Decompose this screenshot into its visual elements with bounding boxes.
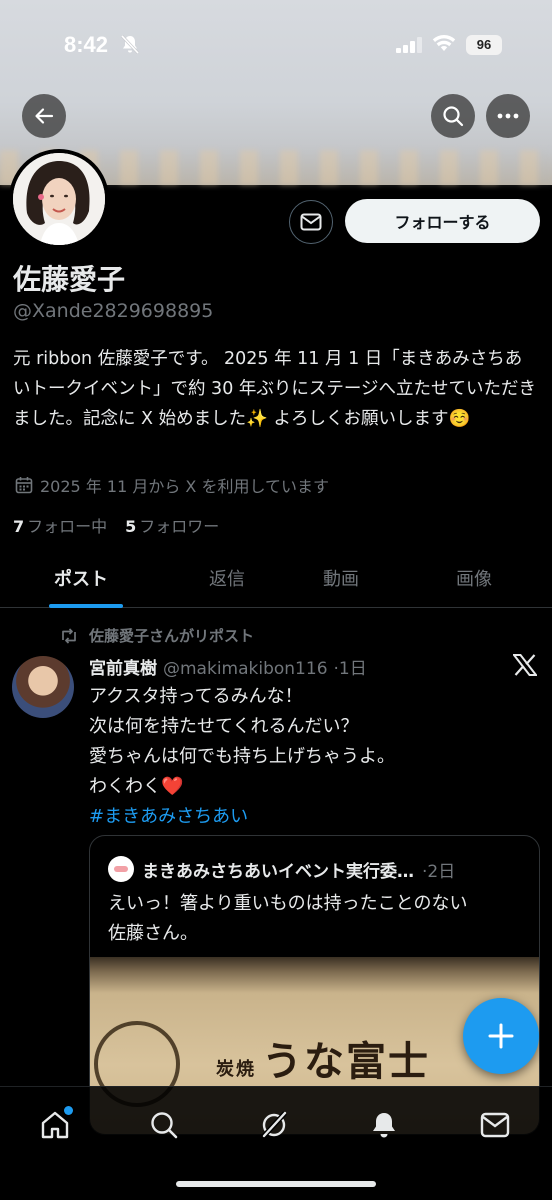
nav-search[interactable]	[144, 1105, 184, 1145]
repost-label: 佐藤愛子さんがリポスト	[89, 627, 255, 645]
post-time: ·1日	[333, 659, 367, 679]
status-bar: 8:42 96	[0, 0, 552, 90]
following-label: フォロー中	[27, 517, 108, 536]
post-text: アクスタ持ってるみんな！ 次は何を持たせてくれるんだい？ 愛ちゃんは何でも持ち上…	[89, 682, 395, 832]
more-icon	[497, 113, 519, 119]
status-time: 8:42	[64, 32, 109, 57]
profile-name: 佐藤愛子	[13, 263, 126, 296]
quote-text: えいっ！箸より重いものは持ったことのない 佐藤さん。	[108, 889, 467, 949]
post-author-avatar[interactable]	[12, 656, 74, 718]
quote-line: 佐藤さん。	[108, 923, 198, 944]
more-button[interactable]	[486, 94, 530, 138]
search-icon	[443, 106, 464, 127]
following-link[interactable]: 7 フォロー中	[13, 513, 107, 537]
follow-button[interactable]: フォローする	[345, 199, 540, 243]
wifi-icon	[432, 34, 456, 56]
post-line: 次は何を持たせてくれるんだい？	[89, 716, 359, 737]
following-count: 7	[13, 517, 25, 536]
quote-time: ·2日	[422, 861, 456, 882]
profile-bio: 元 ribbon 佐藤愛子です。 2025 年 11 月 1 日「まきあみさちあ…	[13, 349, 537, 429]
bell-icon	[373, 1113, 395, 1138]
post-hashtag[interactable]: #まきあみさちあい	[89, 802, 395, 832]
arrow-left-icon	[35, 108, 54, 124]
tab-media[interactable]: 画像	[456, 565, 492, 591]
tab-videos[interactable]: 動画	[323, 565, 359, 591]
repost-context[interactable]: 佐藤愛子さんがリポスト	[59, 625, 254, 646]
image-sign-small: 炭焼	[216, 1059, 256, 1080]
post-line: 愛ちゃんは何でも持ち上げちゃうよ。	[89, 746, 395, 767]
grok-icon	[261, 1111, 287, 1139]
post-line: アクスタ持ってるみんな！	[89, 686, 303, 707]
calendar-icon	[15, 477, 33, 494]
followers-link[interactable]: 5 フォロワー	[125, 513, 219, 537]
join-date: 2025 年 11 月から X を利用しています	[15, 473, 329, 497]
message-button[interactable]	[289, 200, 333, 244]
home-notification-dot	[64, 1106, 73, 1115]
bell-off-icon	[120, 34, 140, 60]
battery-indicator: 96	[466, 35, 502, 55]
post-author-handle[interactable]: @makimakibon116	[163, 659, 328, 679]
home-indicator	[176, 1181, 376, 1187]
quote-author-name: まきあみさちあいイベント実行委…	[142, 861, 414, 882]
search-icon	[151, 1112, 178, 1139]
followers-count: 5	[125, 517, 137, 536]
quote-line: えいっ！箸より重いものは持ったことのない	[108, 893, 468, 914]
active-tab-indicator	[49, 604, 123, 608]
image-sign: 炭焼 うな富士	[216, 1029, 430, 1087]
back-button[interactable]	[22, 94, 66, 138]
tab-replies[interactable]: 返信	[209, 565, 245, 591]
profile-avatar[interactable]	[9, 149, 109, 249]
tab-posts[interactable]: ポスト	[54, 565, 108, 591]
mail-icon	[480, 1112, 510, 1138]
post-line: わくわく❤️	[89, 776, 184, 797]
post-header: 宮前真樹 @makimakibon116 ·1日	[89, 654, 367, 679]
nav-grok[interactable]	[254, 1105, 294, 1145]
nav-notifications[interactable]	[364, 1105, 404, 1145]
signal-icon	[396, 37, 424, 57]
avatar-photo	[13, 153, 105, 245]
compose-button[interactable]	[463, 998, 539, 1074]
follow-stats: 7 フォロー中 5 フォロワー	[13, 513, 219, 537]
followers-label: フォロワー	[139, 517, 220, 536]
profile-tabs: ポスト 返信 動画 画像	[0, 550, 552, 608]
mail-icon	[300, 213, 322, 231]
join-date-text: 2025 年 11 月から X を利用しています	[40, 477, 329, 496]
repost-icon	[62, 627, 76, 644]
quote-author-avatar	[108, 856, 134, 882]
nav-messages[interactable]	[475, 1105, 515, 1145]
search-button[interactable]	[431, 94, 475, 138]
profile-handle: @Xande2829698895	[13, 300, 214, 322]
nav-home[interactable]	[35, 1105, 75, 1145]
x-logo-icon	[511, 654, 539, 680]
post-author-name[interactable]: 宮前真樹	[89, 654, 157, 679]
quote-header: まきあみさちあいイベント実行委… ·2日	[108, 856, 455, 882]
image-sign-main: うな富士	[262, 1038, 430, 1085]
plus-icon	[488, 1023, 514, 1049]
